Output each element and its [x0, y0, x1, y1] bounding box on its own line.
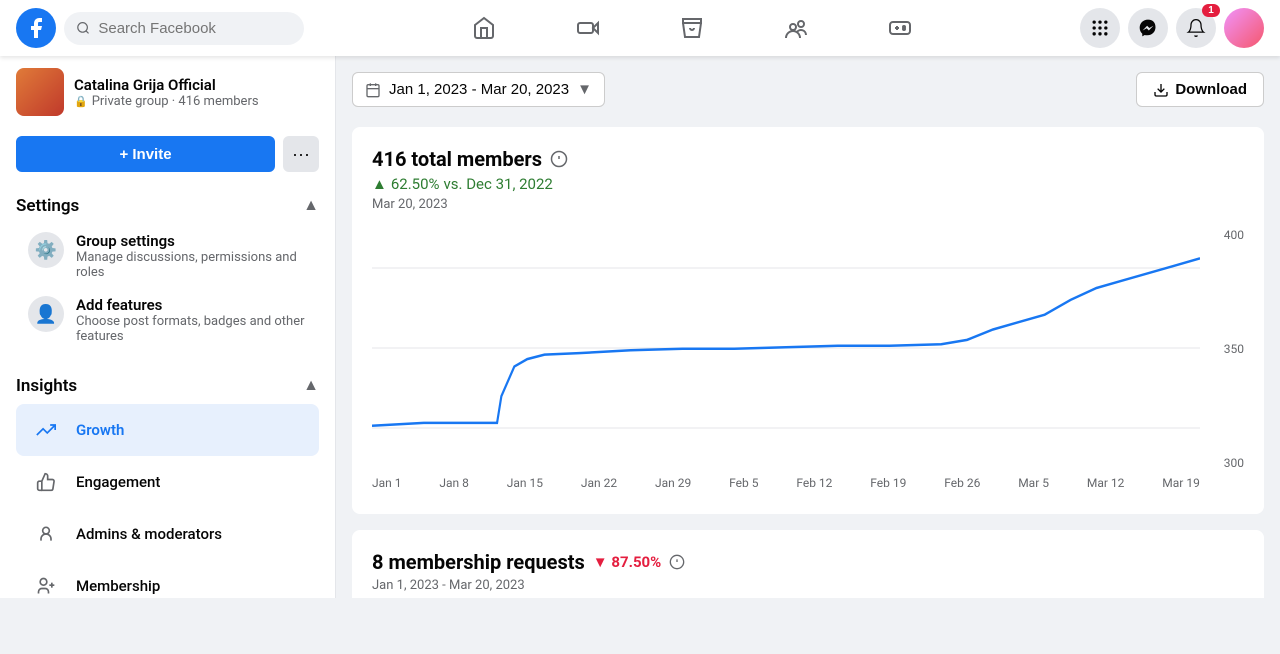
settings-chevron[interactable]: ▲ [303, 197, 319, 215]
engagement-icon [28, 464, 64, 500]
group-settings-icon: ⚙️ [28, 232, 64, 268]
settings-header: Settings ▲ [16, 188, 319, 224]
invite-button[interactable]: + Invite [16, 136, 275, 172]
fb-logo[interactable] [16, 8, 56, 48]
settings-label: Settings [16, 196, 79, 216]
admins-icon [28, 516, 64, 552]
group-name: Catalina Grija Official [74, 76, 259, 94]
x-label-1: Jan 8 [439, 476, 469, 490]
main-layout: Catalina Grija Official 🔒 Private group … [0, 56, 1280, 598]
x-label-9: Mar 5 [1018, 476, 1049, 490]
membership-icon [28, 568, 64, 598]
dropdown-chevron-icon: ▼ [577, 81, 592, 98]
growth-date: Mar 20, 2023 [372, 197, 1244, 212]
req-drop-pct: ▼ 87.50% [593, 553, 661, 571]
group-info: Catalina Grija Official 🔒 Private group … [74, 76, 259, 109]
req-title: 8 membership requests ▼ 87.50% [372, 550, 1244, 574]
lock-icon: 🔒 [74, 95, 88, 108]
growth-vs: vs. Dec 31, 2022 [444, 175, 553, 193]
sidebar-item-engagement[interactable]: Engagement [16, 456, 319, 508]
gaming-nav-btn[interactable] [850, 6, 950, 50]
groups-nav-btn[interactable] [746, 6, 846, 50]
membership-requests-card: 8 membership requests ▼ 87.50% Jan 1, 20… [352, 530, 1264, 598]
stats-title: 416 total members [372, 147, 1244, 171]
x-label-11: Mar 19 [1162, 476, 1200, 490]
avatar[interactable] [1224, 8, 1264, 48]
nav-right: 1 [1080, 8, 1264, 48]
group-settings-title: Group settings [76, 232, 307, 250]
growth-pct: 62.50% [391, 175, 440, 193]
chart-area: Jan 1 Jan 8 Jan 15 Jan 22 Jan 29 Feb 5 F… [372, 228, 1200, 494]
store-nav-btn[interactable] [642, 6, 742, 50]
group-settings-desc: Manage discussions, permissions and role… [76, 250, 307, 280]
insights-label: Insights [16, 376, 77, 396]
group-header: Catalina Grija Official 🔒 Private group … [0, 56, 335, 128]
growth-arrow-icon: ▲ [372, 175, 387, 193]
date-row: Jan 1, 2023 - Mar 20, 2023 ▼ Download [352, 72, 1264, 107]
x-label-2: Jan 15 [507, 476, 543, 490]
members-chart [372, 228, 1200, 468]
insights-chevron[interactable]: ▲ [303, 377, 319, 395]
y-label-300: 300 [1208, 456, 1244, 470]
download-label: Download [1175, 81, 1247, 98]
settings-section: Settings ▲ ⚙️ Group settings Manage disc… [0, 180, 335, 360]
date-range-label: Jan 1, 2023 - Mar 20, 2023 [389, 81, 569, 98]
add-features-title: Add features [76, 296, 307, 314]
x-label-5: Feb 5 [729, 476, 758, 490]
download-button[interactable]: Download [1136, 72, 1264, 107]
search-bar[interactable] [64, 12, 304, 45]
stats-growth: ▲ 62.50% vs. Dec 31, 2022 [372, 175, 1244, 193]
invite-label: + Invite [119, 146, 171, 163]
date-picker[interactable]: Jan 1, 2023 - Mar 20, 2023 ▼ [352, 72, 605, 107]
x-label-0: Jan 1 [372, 476, 402, 490]
sidebar-item-growth[interactable]: Growth [16, 404, 319, 456]
group-icon [16, 68, 64, 116]
membership-label: Membership [76, 577, 160, 595]
chart-wrapper: Jan 1 Jan 8 Jan 15 Jan 22 Jan 29 Feb 5 F… [372, 228, 1244, 494]
x-label-3: Jan 22 [581, 476, 617, 490]
sidebar-actions: + Invite ··· [0, 128, 335, 180]
req-info-icon [669, 554, 685, 570]
group-settings-item[interactable]: ⚙️ Group settings Manage discussions, pe… [16, 224, 319, 288]
calendar-icon [365, 82, 381, 98]
members-chart-card: 416 total members ▲ 62.50% vs. Dec 31, 2… [352, 127, 1264, 514]
sidebar-item-admins[interactable]: Admins & moderators [16, 508, 319, 560]
search-input[interactable] [98, 20, 292, 37]
y-label-350: 350 [1208, 342, 1244, 356]
add-features-icon: 👤 [28, 296, 64, 332]
download-icon [1153, 82, 1169, 98]
notifications-badge: 1 [1202, 4, 1220, 17]
nav-center [312, 6, 1072, 50]
add-features-item[interactable]: 👤 Add features Choose post formats, badg… [16, 288, 319, 352]
more-button[interactable]: ··· [283, 136, 319, 172]
x-label-6: Feb 12 [796, 476, 832, 490]
video-nav-btn[interactable] [538, 6, 638, 50]
group-meta: Private group · 416 members [92, 94, 259, 109]
messenger-btn[interactable] [1128, 8, 1168, 48]
x-axis-labels: Jan 1 Jan 8 Jan 15 Jan 22 Jan 29 Feb 5 F… [372, 472, 1200, 494]
y-label-400: 400 [1208, 228, 1244, 242]
engagement-label: Engagement [76, 473, 160, 491]
req-date: Jan 1, 2023 - Mar 20, 2023 [372, 578, 1244, 593]
home-nav-btn[interactable] [434, 6, 534, 50]
info-icon [550, 150, 568, 168]
growth-label: Growth [76, 421, 124, 439]
admins-label: Admins & moderators [76, 525, 222, 543]
insights-section: Insights ▲ Growth Engagement Admins & m [0, 360, 335, 598]
sidebar-item-membership[interactable]: Membership [16, 560, 319, 598]
top-nav: 1 [0, 0, 1280, 56]
main-content: Jan 1, 2023 - Mar 20, 2023 ▼ Download 41… [336, 56, 1280, 598]
insights-header: Insights ▲ [16, 368, 319, 404]
y-axis-labels: 400 350 300 [1208, 228, 1244, 494]
apps-btn[interactable] [1080, 8, 1120, 48]
x-label-4: Jan 29 [655, 476, 691, 490]
x-label-10: Mar 12 [1087, 476, 1125, 490]
growth-icon [28, 412, 64, 448]
sidebar: Catalina Grija Official 🔒 Private group … [0, 56, 336, 598]
x-label-7: Feb 19 [870, 476, 906, 490]
notifications-btn[interactable]: 1 [1176, 8, 1216, 48]
x-label-8: Feb 26 [944, 476, 980, 490]
add-features-desc: Choose post formats, badges and other fe… [76, 314, 307, 344]
search-icon [76, 20, 90, 36]
